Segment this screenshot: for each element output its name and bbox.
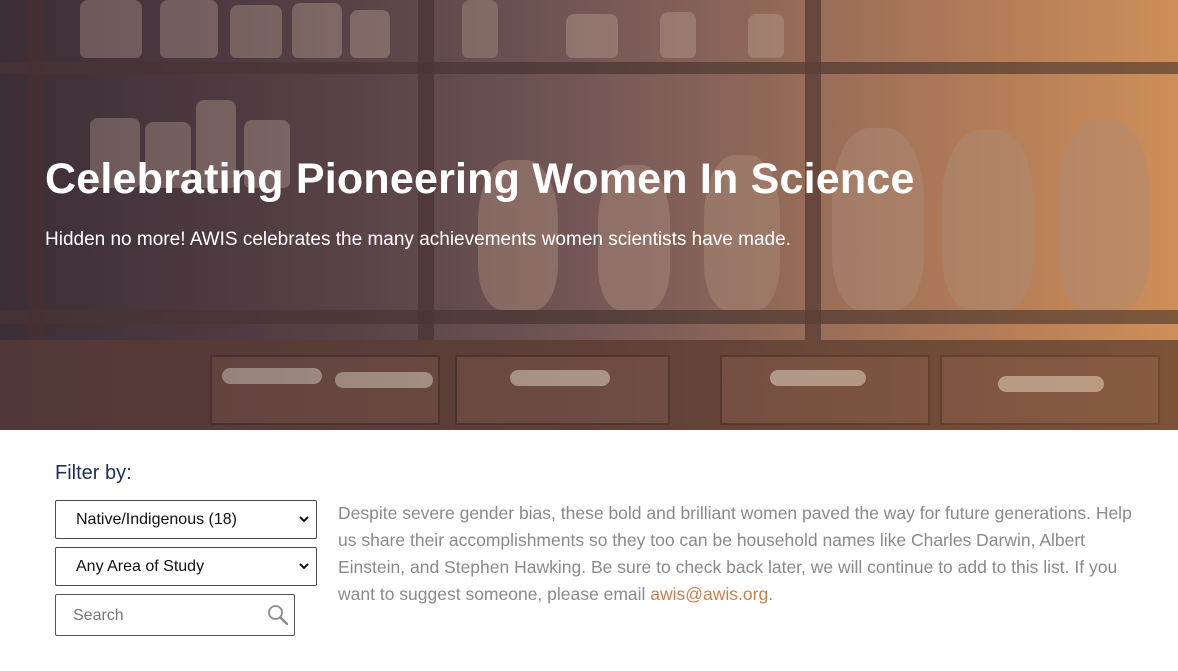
hero-overlay bbox=[0, 0, 1178, 430]
search-icon[interactable] bbox=[266, 603, 290, 627]
area-of-study-select[interactable]: Any Area of Study bbox=[55, 547, 317, 586]
chevron-down-icon bbox=[298, 548, 310, 600]
page-title: Celebrating Pioneering Women In Science bbox=[45, 155, 915, 203]
chevron-down-icon bbox=[298, 501, 310, 553]
hero-banner: Celebrating Pioneering Women In Science … bbox=[0, 0, 1178, 430]
intro-paragraph: Despite severe gender bias, these bold a… bbox=[338, 500, 1138, 608]
filter-label: Filter by: bbox=[55, 462, 132, 484]
intro-trailing: . bbox=[768, 584, 774, 604]
search-box[interactable] bbox=[55, 594, 295, 636]
group-filter-select[interactable]: Native/Indigenous (18) bbox=[55, 500, 317, 539]
email-link[interactable]: awis@awis.org bbox=[650, 584, 768, 604]
hero-subtitle: Hidden no more! AWIS celebrates the many… bbox=[45, 229, 791, 250]
search-input[interactable] bbox=[71, 605, 255, 627]
group-filter-value: Native/Indigenous (18) bbox=[76, 511, 237, 528]
area-of-study-value: Any Area of Study bbox=[76, 558, 205, 575]
